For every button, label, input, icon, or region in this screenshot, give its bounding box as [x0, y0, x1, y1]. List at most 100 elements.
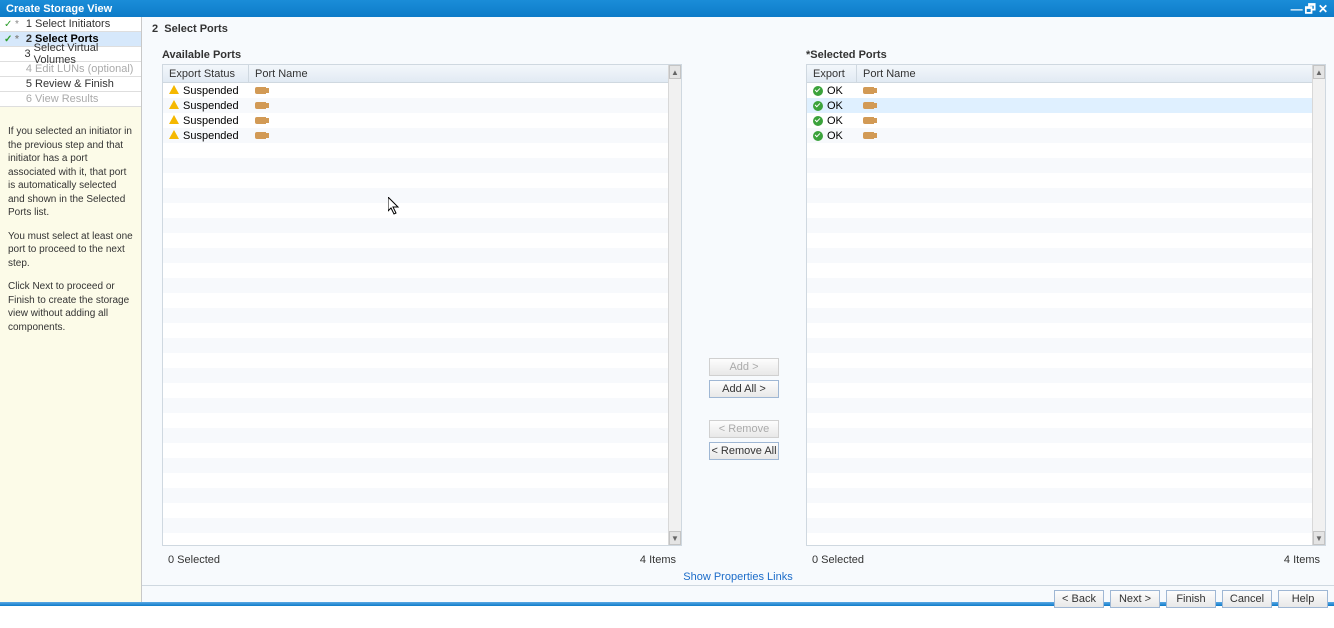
table-row	[807, 203, 1325, 218]
add-all-button[interactable]: Add All >	[709, 380, 779, 398]
selected-table[interactable]: Export Port Name OKOKOKOK ▲ ▼	[806, 64, 1326, 546]
title-bar: Create Storage View — 🗗 ✕	[0, 0, 1334, 17]
available-table[interactable]: Export Status Port Name SuspendedSuspend…	[162, 64, 682, 546]
scroll-down-icon[interactable]: ▼	[669, 531, 681, 545]
table-row	[807, 383, 1325, 398]
table-row[interactable]: OK	[807, 128, 1325, 143]
table-row	[807, 443, 1325, 458]
table-row[interactable]: Suspended	[163, 98, 681, 113]
warning-icon	[169, 130, 179, 142]
col-export[interactable]: Export	[807, 65, 857, 82]
restore-icon[interactable]: 🗗	[1305, 4, 1316, 14]
table-row	[163, 473, 681, 488]
wizard-steps: ✓ * 1 Select Initiators ✓ * 2 Select Por…	[0, 17, 141, 107]
table-row[interactable]: Suspended	[163, 113, 681, 128]
show-properties-link[interactable]: Show Properties Links	[142, 568, 1334, 585]
table-row	[807, 308, 1325, 323]
ok-icon	[813, 86, 823, 96]
selected-ports-panel: *Selected Ports Export Port Name OKOKOKO…	[806, 49, 1326, 568]
available-rows[interactable]: SuspendedSuspendedSuspendedSuspended	[163, 83, 681, 545]
table-row[interactable]: OK	[807, 83, 1325, 98]
scrollbar[interactable]: ▲ ▼	[668, 65, 681, 545]
available-selected-count: 0 Selected	[168, 554, 220, 566]
remove-all-button[interactable]: < Remove All	[709, 442, 779, 460]
table-row	[807, 428, 1325, 443]
port-icon	[863, 87, 874, 94]
table-row	[807, 158, 1325, 173]
table-row	[807, 368, 1325, 383]
table-row	[163, 503, 681, 518]
check-icon: ✓	[4, 34, 12, 45]
table-row	[807, 353, 1325, 368]
asterisk-icon: *	[15, 34, 21, 45]
scroll-down-icon[interactable]: ▼	[1313, 531, 1325, 545]
table-row	[163, 398, 681, 413]
port-icon	[255, 132, 266, 139]
table-row	[807, 233, 1325, 248]
remove-button: < Remove	[709, 420, 779, 438]
table-row	[807, 518, 1325, 533]
scrollbar[interactable]: ▲ ▼	[1312, 65, 1325, 545]
table-row	[163, 458, 681, 473]
table-row	[807, 278, 1325, 293]
close-icon[interactable]: ✕	[1318, 4, 1328, 14]
table-row	[163, 488, 681, 503]
table-row	[807, 248, 1325, 263]
scroll-up-icon[interactable]: ▲	[669, 65, 681, 79]
port-icon	[863, 117, 874, 124]
col-port-name[interactable]: Port Name	[249, 65, 681, 82]
step-view-results: 6 View Results	[0, 92, 141, 107]
table-row	[163, 143, 681, 158]
minimize-icon[interactable]: —	[1291, 4, 1303, 14]
help-text: If you selected an initiator in the prev…	[0, 107, 141, 352]
wizard-footer: < Back Next > Finish Cancel Help	[142, 585, 1334, 611]
table-row[interactable]: OK	[807, 113, 1325, 128]
selected-item-count: 4 Items	[1284, 554, 1320, 566]
port-icon	[255, 87, 266, 94]
cancel-button[interactable]: Cancel	[1222, 590, 1272, 608]
ok-icon	[813, 131, 823, 141]
table-row	[807, 173, 1325, 188]
table-row	[807, 473, 1325, 488]
table-row	[163, 308, 681, 323]
selected-rows[interactable]: OKOKOKOK	[807, 83, 1325, 545]
port-icon	[863, 132, 874, 139]
table-row	[163, 383, 681, 398]
available-item-count: 4 Items	[640, 554, 676, 566]
table-row	[163, 353, 681, 368]
back-button[interactable]: < Back	[1054, 590, 1104, 608]
step-review-finish[interactable]: 5 Review & Finish	[0, 77, 141, 92]
available-ports-panel: Available Ports Export Status Port Name …	[162, 49, 682, 568]
table-row	[163, 188, 681, 203]
warning-icon	[169, 85, 179, 97]
table-row[interactable]: OK	[807, 98, 1325, 113]
port-icon	[255, 117, 266, 124]
table-row	[807, 323, 1325, 338]
scroll-up-icon[interactable]: ▲	[1313, 65, 1325, 79]
table-row	[807, 458, 1325, 473]
table-row	[163, 218, 681, 233]
add-button: Add >	[709, 358, 779, 376]
table-row	[163, 293, 681, 308]
ok-icon	[813, 101, 823, 111]
warning-icon	[169, 115, 179, 127]
table-row	[807, 398, 1325, 413]
col-port-name[interactable]: Port Name	[857, 65, 1325, 82]
table-row	[807, 338, 1325, 353]
port-icon	[255, 102, 266, 109]
table-row[interactable]: Suspended	[163, 128, 681, 143]
table-row[interactable]: Suspended	[163, 83, 681, 98]
table-row	[163, 233, 681, 248]
table-row	[163, 428, 681, 443]
col-export-status[interactable]: Export Status	[163, 65, 249, 82]
table-row	[807, 503, 1325, 518]
table-row	[807, 263, 1325, 278]
step-select-initiators[interactable]: ✓ * 1 Select Initiators	[0, 17, 141, 32]
check-icon: ✓	[4, 19, 12, 30]
asterisk-icon: *	[15, 19, 21, 30]
next-button[interactable]: Next >	[1110, 590, 1160, 608]
table-row	[163, 518, 681, 533]
finish-button[interactable]: Finish	[1166, 590, 1216, 608]
step-select-vv[interactable]: 3 Select Virtual Volumes	[0, 47, 141, 62]
help-button[interactable]: Help	[1278, 590, 1328, 608]
